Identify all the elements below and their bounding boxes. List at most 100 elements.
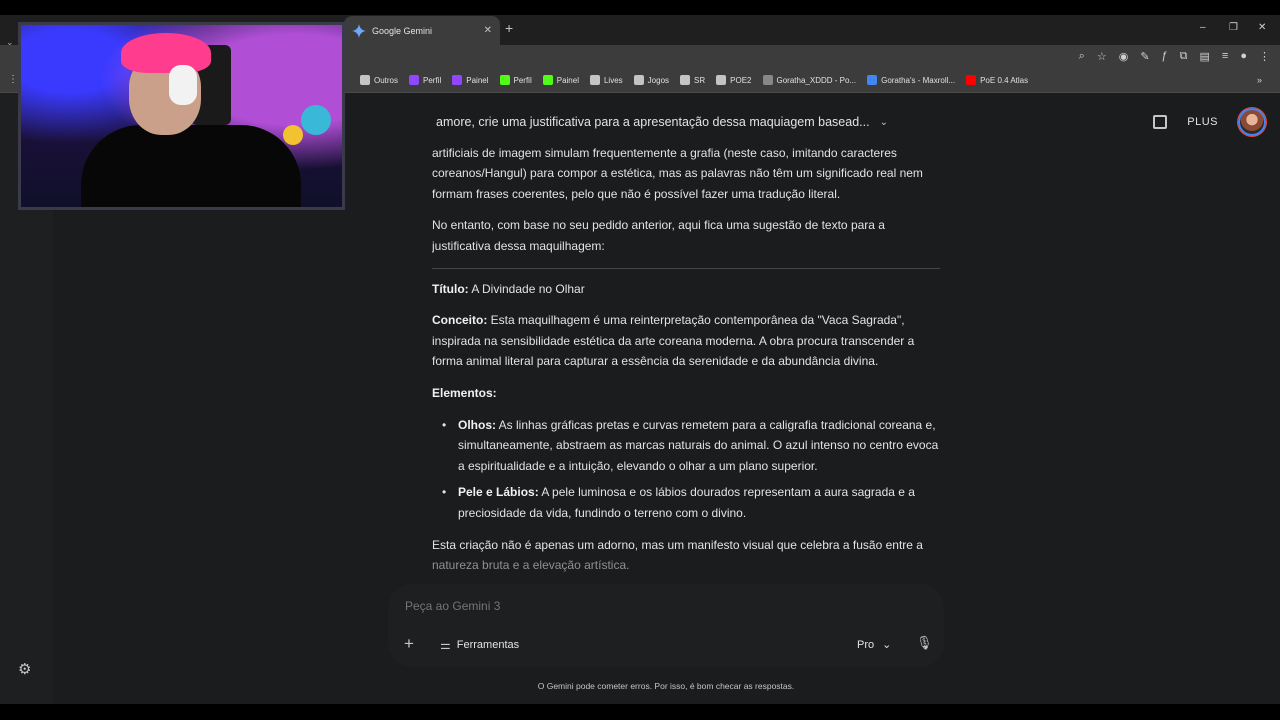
bookmark-item[interactable]: Painel bbox=[542, 75, 579, 85]
response-closing: Esta criação não é apenas um adorno, mas… bbox=[432, 535, 940, 576]
avatar[interactable] bbox=[1238, 108, 1266, 136]
response-intro: No entanto, com base no seu pedido anter… bbox=[432, 218, 885, 253]
bookmark-item[interactable]: Jogos bbox=[633, 75, 670, 85]
title-label: Título: bbox=[432, 281, 469, 296]
webcam-headphones bbox=[169, 65, 197, 105]
bookmark-label: PoE 0.4 Atlas bbox=[980, 75, 1029, 85]
pen-icon[interactable]: ✎ bbox=[1140, 50, 1149, 63]
title-value: A Divindade no Olhar bbox=[468, 281, 585, 296]
extensions-icon[interactable]: ⧉ bbox=[1180, 50, 1188, 63]
bookmark-favicon-icon bbox=[716, 75, 727, 85]
bookmark-favicon-icon bbox=[680, 75, 691, 85]
elements-heading: Elementos: bbox=[432, 383, 940, 404]
bookmark-favicon-icon bbox=[966, 75, 977, 85]
close-window-icon[interactable]: ✕ bbox=[1258, 22, 1266, 33]
tab-title: Google Gemini bbox=[372, 25, 433, 36]
add-icon[interactable]: + bbox=[404, 634, 414, 654]
gemini-favicon-icon bbox=[352, 23, 366, 38]
list-item: Olhos: As linhas gráficas pretas e curva… bbox=[442, 415, 940, 477]
bookmark-favicon-icon bbox=[499, 75, 510, 85]
minimize-icon[interactable]: – bbox=[1200, 22, 1206, 33]
bookmark-item[interactable]: POE2 bbox=[716, 75, 752, 85]
plus-badge[interactable]: PLUS bbox=[1187, 116, 1218, 128]
response-content: O texto que aparece na imagem gerada é p… bbox=[432, 139, 940, 579]
bookmark-favicon-icon bbox=[589, 75, 600, 85]
webcam-person-hair bbox=[121, 33, 211, 73]
list-item-text: As linhas gráficas pretas e curvas remet… bbox=[458, 417, 939, 473]
list-item-label: Olhos: bbox=[458, 417, 496, 432]
bookmark-favicon-icon bbox=[867, 75, 878, 85]
webcam-overlay bbox=[18, 22, 345, 210]
font-icon[interactable]: ƒ bbox=[1162, 50, 1168, 63]
prompt-composer: + ⚌ Ferramentas Pro ⌄ 🎙 bbox=[388, 584, 944, 667]
closing-text-faded: natureza bruta e a elevação artística. bbox=[432, 558, 630, 573]
media-icon[interactable]: ≡ bbox=[1222, 50, 1228, 63]
more-bookmarks-icon[interactable]: » bbox=[1257, 75, 1262, 85]
tab-google-gemini[interactable]: Google Gemini ✕ bbox=[344, 16, 500, 45]
bookmark-item[interactable]: SR bbox=[680, 75, 705, 85]
bookmark-favicon-icon bbox=[542, 75, 553, 85]
topbar-right: PLUS bbox=[1153, 108, 1266, 136]
response-title-line: Título: A Divindade no Olhar bbox=[432, 279, 940, 300]
tab-close-icon[interactable]: ✕ bbox=[484, 25, 492, 36]
prompt-input[interactable] bbox=[405, 599, 805, 613]
camera-icon[interactable]: ◉ bbox=[1119, 50, 1129, 63]
webcam-toy bbox=[283, 125, 303, 145]
bookmark-item[interactable]: Painel bbox=[452, 75, 489, 85]
bookmark-label: Goratha_XDDD - Po... bbox=[776, 75, 857, 85]
response-paragraph-partial: O texto que aparece na imagem gerada é p… bbox=[432, 145, 923, 201]
list-item: Pele e Lábios: A pele luminosa e os lábi… bbox=[442, 482, 940, 523]
tools-button[interactable]: ⚌ Ferramentas bbox=[440, 638, 519, 652]
bookmark-label: Jogos bbox=[647, 75, 670, 85]
share-icon[interactable] bbox=[1153, 115, 1168, 129]
bookmark-item[interactable]: Goratha_XDDD - Po... bbox=[762, 75, 857, 85]
tools-label: Ferramentas bbox=[456, 639, 520, 651]
model-label: Pro bbox=[857, 638, 875, 651]
sidepanel-icon[interactable]: ▤ bbox=[1200, 50, 1210, 63]
bookmark-favicon-icon bbox=[633, 75, 644, 85]
settings-gear-icon[interactable]: ⚙ bbox=[18, 660, 31, 678]
bookmark-favicon-icon bbox=[762, 75, 773, 85]
chat-title-dropdown[interactable]: amore, crie uma justificativa para a apr… bbox=[436, 115, 888, 129]
bookmark-label: Outros bbox=[374, 75, 399, 85]
bookmark-label: Goratha's - Maxroll... bbox=[881, 75, 956, 85]
bookmarks-list: Outros Perfil Painel Perfil Painel Lives Jogos… bbox=[360, 75, 1028, 85]
elements-list: Olhos: As linhas gráficas pretas e curva… bbox=[432, 415, 940, 524]
new-tab-icon[interactable]: + bbox=[505, 20, 513, 36]
bookmark-label: Painel bbox=[466, 75, 489, 85]
list-item-label: Pele e Lábios: bbox=[458, 485, 539, 500]
model-selector[interactable]: Pro ⌄ bbox=[857, 638, 892, 652]
bookmark-item[interactable]: Lives bbox=[589, 75, 623, 85]
bookmark-label: Lives bbox=[603, 75, 623, 85]
webcam-toy bbox=[301, 105, 331, 135]
bookmark-label: SR bbox=[694, 75, 706, 85]
concept-label: Conceito: bbox=[432, 313, 488, 328]
elements-heading-text: Elementos: bbox=[432, 385, 497, 400]
bookmark-label: Perfil bbox=[423, 75, 442, 85]
microphone-icon[interactable]: 🎙 bbox=[916, 635, 933, 651]
divider bbox=[432, 267, 940, 269]
chat-title: amore, crie uma justificativa para a apr… bbox=[436, 115, 870, 129]
tools-icon: ⚌ bbox=[440, 638, 451, 652]
bookmark-favicon-icon bbox=[409, 75, 420, 85]
bookmark-label: Perfil bbox=[513, 75, 532, 85]
bookmark-item[interactable]: Perfil bbox=[499, 75, 532, 85]
chevron-down-icon: ⌄ bbox=[882, 639, 892, 651]
bookmark-item[interactable]: Goratha's - Maxroll... bbox=[867, 75, 955, 85]
webcam-person-body bbox=[81, 125, 301, 207]
browser-menu-icon[interactable]: ⋮ bbox=[1259, 50, 1270, 63]
bookmark-favicon-icon bbox=[452, 75, 463, 85]
response-concept: Conceito: Esta maquilhagem é uma reinter… bbox=[432, 310, 940, 372]
bookmark-label: POE2 bbox=[730, 75, 752, 85]
zoom-icon[interactable]: ⌕ bbox=[1079, 50, 1085, 63]
bookmark-label: Painel bbox=[556, 75, 579, 85]
bookmark-favicon-icon bbox=[360, 75, 370, 85]
bookmark-item[interactable]: PoE 0.4 Atlas bbox=[966, 75, 1028, 85]
profile-icon[interactable]: ● bbox=[1240, 50, 1247, 63]
bookmark-item[interactable]: Perfil bbox=[409, 75, 441, 85]
bookmark-item[interactable]: Outros bbox=[360, 75, 398, 85]
maximize-icon[interactable]: ❐ bbox=[1229, 22, 1238, 33]
concept-value: Esta maquilhagem é uma reinterpretação c… bbox=[432, 313, 915, 369]
bookmark-star-icon[interactable]: ☆ bbox=[1097, 50, 1107, 63]
closing-text: Esta criação não é apenas um adorno, mas… bbox=[432, 537, 923, 552]
